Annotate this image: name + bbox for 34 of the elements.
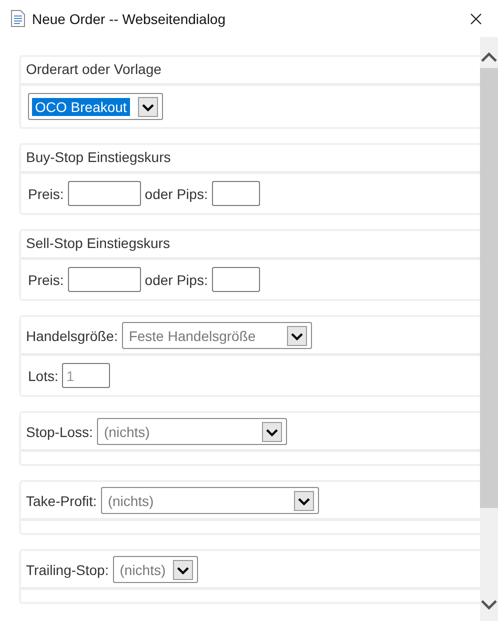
window-title: Neue Order -- Webseitendialog xyxy=(32,10,227,26)
caret-icon xyxy=(172,560,193,580)
caret-icon xyxy=(286,326,307,346)
pips-field[interactable] xyxy=(212,267,260,292)
lots-label: Lots: xyxy=(28,368,58,384)
field-label: Handelsgröße: xyxy=(26,328,118,344)
dropdown[interactable]: OCO Breakout xyxy=(28,93,163,120)
close-icon[interactable] xyxy=(470,12,482,24)
section-title: Sell-Stop Einstiegskurs xyxy=(26,235,170,251)
field-label: Take-Profit: xyxy=(26,492,97,508)
section-title: Buy-Stop Einstiegskurs xyxy=(26,149,171,165)
price-label: Preis: xyxy=(28,272,64,288)
caret-icon xyxy=(262,422,282,442)
caret-icon xyxy=(138,96,158,116)
pips-label: oder Pips: xyxy=(144,186,208,202)
dropdown[interactable]: (nichts) xyxy=(96,418,287,445)
pips-label: oder Pips: xyxy=(144,272,208,288)
price-field[interactable] xyxy=(68,181,141,206)
pips-field[interactable] xyxy=(212,181,260,206)
price-field[interactable] xyxy=(68,267,141,292)
dropdown[interactable]: (nichts) xyxy=(100,487,319,514)
dropdown[interactable]: (nichts) xyxy=(112,556,198,583)
lots-field[interactable]: 1 xyxy=(62,363,110,388)
scrollbar-thumb[interactable] xyxy=(480,68,498,508)
scroll-down-icon[interactable] xyxy=(481,600,497,610)
document-icon xyxy=(11,10,25,27)
dropdown[interactable]: Feste Handelsgröße xyxy=(122,322,312,349)
price-label: Preis: xyxy=(28,186,64,202)
scroll-up-icon[interactable] xyxy=(481,52,497,62)
scrollbar[interactable] xyxy=(480,37,498,621)
caret-icon xyxy=(294,490,314,510)
field-label: Trailing-Stop: xyxy=(26,562,109,578)
section-title: Orderart oder Vorlage xyxy=(26,61,162,77)
field-label: Stop-Loss: xyxy=(26,424,93,440)
